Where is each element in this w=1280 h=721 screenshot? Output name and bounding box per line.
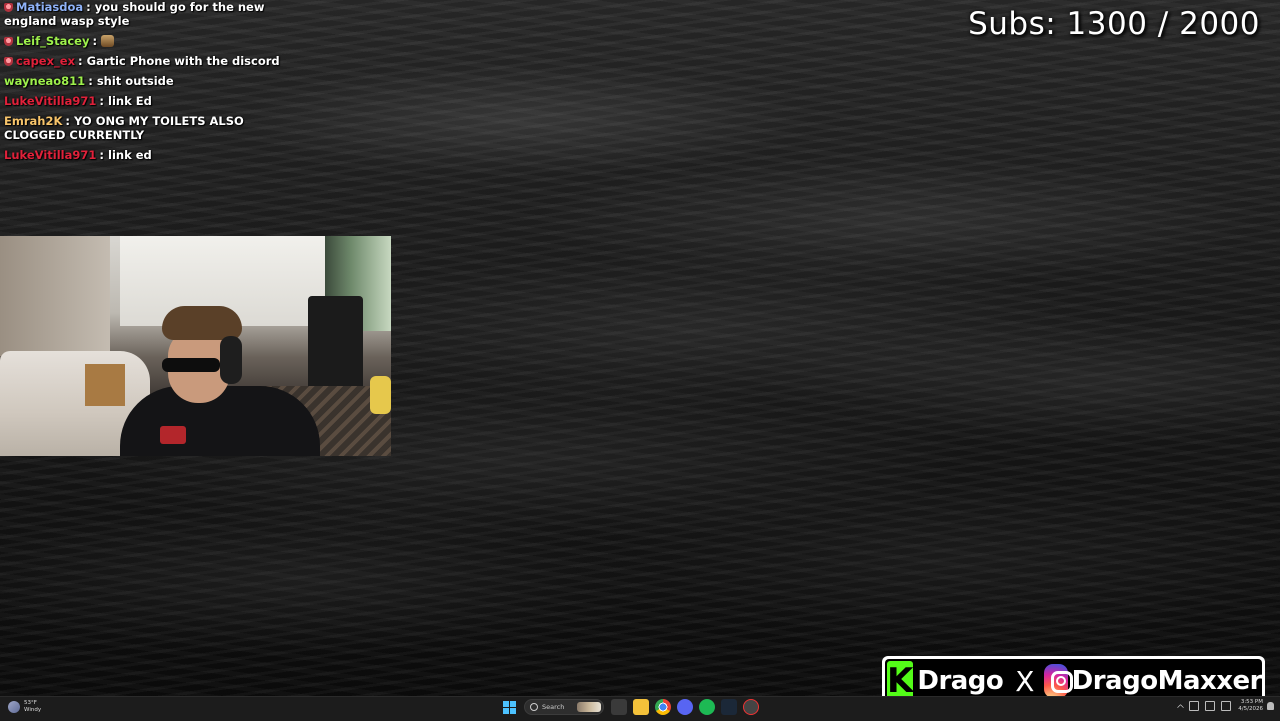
system-tray: 3:53 PM 4/5/2026 [1175, 699, 1274, 713]
task-view-button[interactable] [611, 699, 627, 715]
windows-icon [502, 700, 516, 714]
steam-icon[interactable] [721, 699, 737, 715]
chat-text: shit outside [96, 74, 174, 88]
chevron-up-icon[interactable] [1177, 703, 1185, 712]
clock-date: 4/5/2026 [1238, 706, 1263, 712]
chat-username: Emrah2K [4, 114, 63, 128]
streamer [120, 306, 320, 456]
discord-icon[interactable] [677, 699, 693, 715]
volume-icon[interactable] [1205, 701, 1216, 711]
kick-logo-icon: K [887, 661, 914, 701]
search-placeholder: Search [542, 703, 565, 711]
clock-time: 3:53 PM [1240, 699, 1263, 705]
chat-message: Emrah2K: YO ONG MY TOILETS ALSO CLOGGED … [4, 114, 244, 142]
weather-desc: Windy [24, 707, 42, 713]
sub-badge-icon [4, 57, 13, 66]
search-input[interactable]: Search [524, 699, 604, 715]
chat-username: Matiasdoa [16, 0, 84, 14]
weather-widget[interactable]: 53°F Windy [8, 700, 41, 714]
chat-username: capex_ex [16, 54, 75, 68]
file-explorer-icon[interactable] [633, 699, 649, 715]
chat-message: capex_ex: Gartic Phone with the discord [4, 54, 304, 68]
chat-text: link Ed [108, 94, 152, 108]
chrome-icon[interactable] [655, 699, 671, 715]
clock[interactable]: 3:53 PM 4/5/2026 [1238, 699, 1263, 713]
shirt-logo [160, 426, 186, 444]
taskbar: 53°F Windy Search 3:53 PM 4/5/2026 [0, 696, 1280, 721]
webcam-wall [0, 236, 110, 356]
search-highlight-image [577, 702, 601, 712]
headset [220, 336, 242, 384]
chat-message: LukeVitilla971: link Ed [4, 94, 152, 108]
chat-message: Leif_Stacey: [4, 34, 304, 48]
weather-temp: 53°F [24, 700, 37, 706]
chat-username: wayneao811 [4, 74, 86, 88]
weather-icon [8, 701, 20, 713]
chat-text: link ed [108, 148, 152, 162]
chat-overlay: Matiasdoa: you should go for the new eng… [4, 0, 304, 168]
spotify-icon[interactable] [699, 699, 715, 715]
streamer-body [120, 386, 320, 456]
sub-badge-icon [4, 37, 13, 46]
chat-username: LukeVitilla971 [4, 94, 97, 108]
obs-icon[interactable] [743, 699, 759, 715]
chat-message: wayneao811: shit outside [4, 74, 174, 88]
webcam-object [370, 376, 391, 414]
chat-text: Gartic Phone with the discord [86, 54, 280, 68]
webcam-box [85, 364, 125, 406]
notification-bell-icon[interactable] [1267, 702, 1274, 710]
chat-username: LukeVitilla971 [4, 148, 97, 162]
search-icon [530, 703, 538, 711]
battery-icon[interactable] [1221, 701, 1232, 711]
start-button[interactable] [501, 699, 517, 715]
sub-goal-counter: Subs: 1300 / 2000 [968, 6, 1260, 42]
webcam-feed [0, 236, 391, 456]
instagram-username: DragoMaxxer [1071, 666, 1263, 696]
chat-username: Leif_Stacey [16, 34, 90, 48]
network-icon[interactable] [1189, 701, 1200, 711]
taskbar-apps: Search [498, 699, 762, 715]
sub-badge-icon [4, 3, 13, 12]
chat-message: Matiasdoa: you should go for the new eng… [4, 0, 265, 28]
kick-username: Drago [917, 666, 1004, 696]
streamer-hair [162, 306, 242, 340]
instagram-icon [1044, 664, 1074, 698]
chat-message: LukeVitilla971: link ed [4, 148, 152, 162]
sunglasses [162, 358, 220, 372]
emote-icon [101, 35, 115, 47]
x-logo-icon: X [1015, 664, 1035, 698]
